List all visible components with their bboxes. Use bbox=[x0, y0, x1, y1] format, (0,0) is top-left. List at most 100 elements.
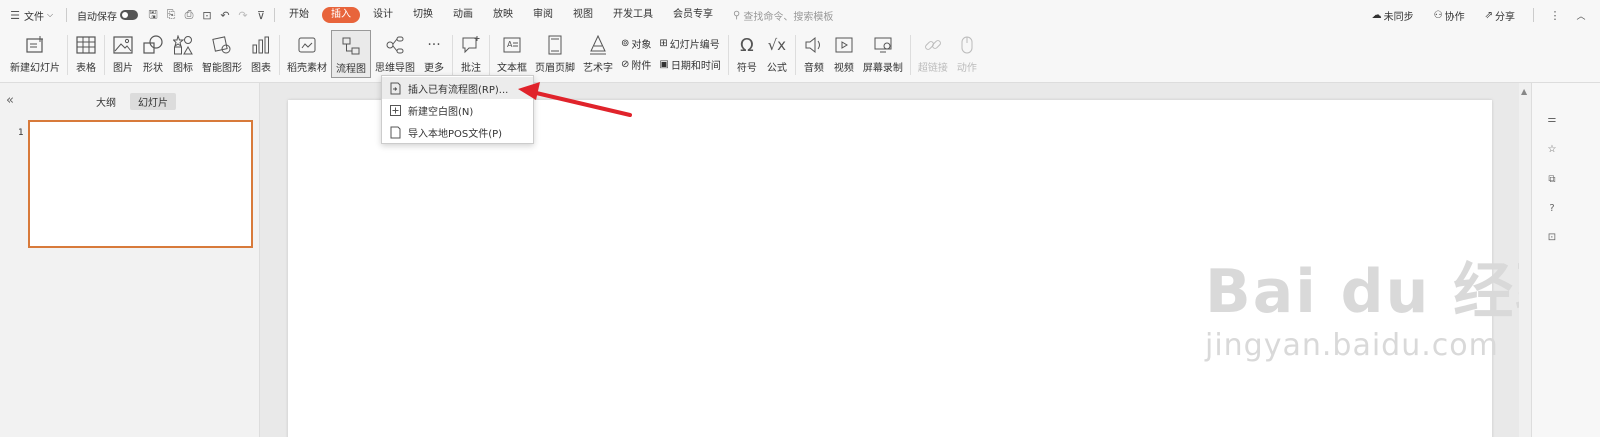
transition-icon[interactable]: ⧉ bbox=[1544, 171, 1560, 187]
chart-icon bbox=[250, 34, 272, 56]
redo-icon[interactable]: ↷ bbox=[234, 5, 252, 25]
tab-developer[interactable]: 开发工具 bbox=[603, 5, 663, 25]
flowchart-button[interactable]: 流程图 bbox=[331, 30, 371, 78]
tab-slideshow[interactable]: 放映 bbox=[483, 5, 523, 25]
shape-icon bbox=[142, 34, 164, 56]
divider bbox=[279, 35, 280, 75]
screen-record-button[interactable]: 屏幕录制 bbox=[859, 30, 907, 78]
tab-animation[interactable]: 动画 bbox=[443, 5, 483, 25]
svg-text:A: A bbox=[507, 40, 513, 49]
format-painter-icon[interactable]: ⎘ bbox=[162, 5, 180, 25]
textbox-icon: A bbox=[501, 34, 523, 56]
video-button[interactable]: 视频 bbox=[829, 30, 859, 78]
more-button[interactable]: ··· 更多 bbox=[419, 30, 449, 78]
vertical-scrollbar[interactable]: ▲ bbox=[1519, 83, 1531, 437]
attachment-button[interactable]: ⊘ 附件 bbox=[621, 57, 651, 72]
header-footer-button[interactable]: 页眉页脚 bbox=[531, 30, 579, 78]
table-icon bbox=[75, 34, 97, 56]
material-icon bbox=[296, 34, 318, 56]
object-button[interactable]: ⊚ 对象 bbox=[621, 36, 651, 51]
slide-number-button[interactable]: ⊞ 幻灯片编号 bbox=[659, 36, 720, 51]
icon-button[interactable]: 图标 bbox=[168, 30, 198, 78]
new-slide-label: 新建幻灯片 bbox=[10, 63, 60, 74]
undo-icon[interactable]: ↶ bbox=[216, 5, 234, 25]
action-label: 动作 bbox=[956, 63, 977, 74]
search-icon: ⚲ bbox=[733, 9, 741, 21]
collab-button[interactable]: ⚇ 协作 bbox=[1428, 5, 1471, 25]
customize-dropdown-icon[interactable]: ⊽ bbox=[252, 5, 270, 25]
ellipsis-icon: ··· bbox=[427, 37, 441, 53]
new-slide-icon bbox=[24, 34, 46, 56]
tab-view[interactable]: 视图 bbox=[563, 5, 603, 25]
sync-button[interactable]: ☁ 未同步 bbox=[1366, 5, 1420, 25]
insert-ribbon: 新建幻灯片 表格 图片 形状 图标 智能图形 图表 稻壳素材 流程图 思维导图 … bbox=[0, 30, 1600, 83]
formula-button[interactable]: √x 公式 bbox=[762, 30, 792, 78]
material-button[interactable]: 稻壳素材 bbox=[283, 30, 331, 78]
tab-home[interactable]: 开始 bbox=[279, 5, 319, 25]
textbox-button[interactable]: A 文本框 bbox=[493, 30, 531, 78]
collapse-panel-icon[interactable]: « bbox=[6, 93, 14, 108]
user-icon: ⚇ bbox=[1433, 9, 1443, 21]
table-button[interactable]: 表格 bbox=[71, 30, 101, 78]
omega-icon: Ω bbox=[739, 34, 754, 56]
scroll-up-icon[interactable]: ▲ bbox=[1521, 87, 1527, 96]
file-import-icon bbox=[389, 82, 401, 95]
divider bbox=[66, 8, 67, 22]
sync-label: 未同步 bbox=[1383, 11, 1414, 23]
command-search[interactable]: ⚲ 查找命令、搜索模板 bbox=[733, 8, 833, 23]
more-options-icon[interactable]: ⋮ bbox=[1546, 5, 1564, 25]
picture-label: 图片 bbox=[113, 63, 133, 74]
inbox-icon[interactable]: ⊡ bbox=[1544, 229, 1560, 245]
symbol-button[interactable]: Ω 符号 bbox=[732, 30, 762, 78]
share-icon: ⇗ bbox=[1484, 9, 1493, 21]
print-preview-icon[interactable]: ⊡ bbox=[198, 5, 216, 25]
hyperlink-button[interactable]: 超链接 bbox=[914, 30, 952, 78]
comment-button[interactable]: 批注 bbox=[456, 30, 486, 78]
file-icon bbox=[389, 126, 401, 139]
collapse-ribbon-icon[interactable]: ︿ bbox=[1572, 5, 1590, 25]
video-icon bbox=[833, 34, 855, 56]
tab-member[interactable]: 会员专享 bbox=[663, 5, 723, 25]
slide-number-label: 幻灯片编号 bbox=[669, 40, 720, 51]
slide-thumbnail-panel: « 大纲 幻灯片 1 bbox=[0, 83, 260, 437]
chart-button[interactable]: 图表 bbox=[246, 30, 276, 78]
smartart-icon bbox=[211, 34, 233, 56]
flowchart-icon bbox=[340, 35, 362, 57]
print-icon[interactable]: ⎙ bbox=[180, 5, 198, 25]
picture-button[interactable]: 图片 bbox=[108, 30, 138, 78]
new-blank-diagram-label: 新建空白图(N) bbox=[408, 106, 474, 118]
collab-label: 协作 bbox=[1444, 11, 1465, 23]
wordart-label: 艺术字 bbox=[583, 63, 613, 74]
action-button[interactable]: 动作 bbox=[952, 30, 982, 78]
tab-insert[interactable]: 插入 bbox=[322, 7, 360, 23]
chart-label: 图表 bbox=[251, 63, 271, 74]
mindmap-icon bbox=[384, 34, 406, 56]
speaker-icon bbox=[803, 34, 825, 56]
shape-button[interactable]: 形状 bbox=[138, 30, 168, 78]
animation-star-icon[interactable]: ☆ bbox=[1544, 141, 1560, 157]
share-button[interactable]: ⇗ 分享 bbox=[1479, 5, 1521, 25]
file-menu-label: 文件 bbox=[24, 11, 44, 23]
autosave-toggle[interactable]: 自动保存 bbox=[71, 5, 144, 25]
file-menu[interactable]: ☰ 文件 ⌵ bbox=[0, 5, 62, 25]
object-label: 对象 bbox=[631, 40, 652, 51]
wordart-button[interactable]: 艺术字 bbox=[579, 30, 617, 78]
new-slide-button[interactable]: 新建幻灯片 bbox=[6, 30, 64, 78]
audio-button[interactable]: 音频 bbox=[799, 30, 829, 78]
datetime-button[interactable]: ▣ 日期和时间 bbox=[659, 57, 720, 72]
top-right-tools: ☁ 未同步 ⚇ 协作 ⇗ 分享 ⋮ ︿ bbox=[1366, 0, 1590, 30]
tab-slides[interactable]: 幻灯片 bbox=[130, 93, 176, 110]
smartart-button[interactable]: 智能图形 bbox=[198, 30, 246, 78]
share-label: 分享 bbox=[1495, 11, 1515, 23]
tab-review[interactable]: 审阅 bbox=[523, 5, 563, 25]
mindmap-button[interactable]: 思维导图 bbox=[371, 30, 419, 78]
slide-thumbnail[interactable] bbox=[28, 120, 253, 248]
divider bbox=[909, 35, 911, 75]
help-icon[interactable]: ? bbox=[1544, 200, 1560, 216]
save-icon[interactable]: 🖫 bbox=[144, 5, 162, 25]
tab-outline[interactable]: 大纲 bbox=[88, 93, 124, 110]
tab-transitions[interactable]: 切换 bbox=[403, 5, 443, 25]
more-label: 更多 bbox=[424, 63, 444, 74]
tab-design[interactable]: 设计 bbox=[363, 5, 403, 25]
properties-icon[interactable]: ⚌ bbox=[1544, 111, 1560, 127]
